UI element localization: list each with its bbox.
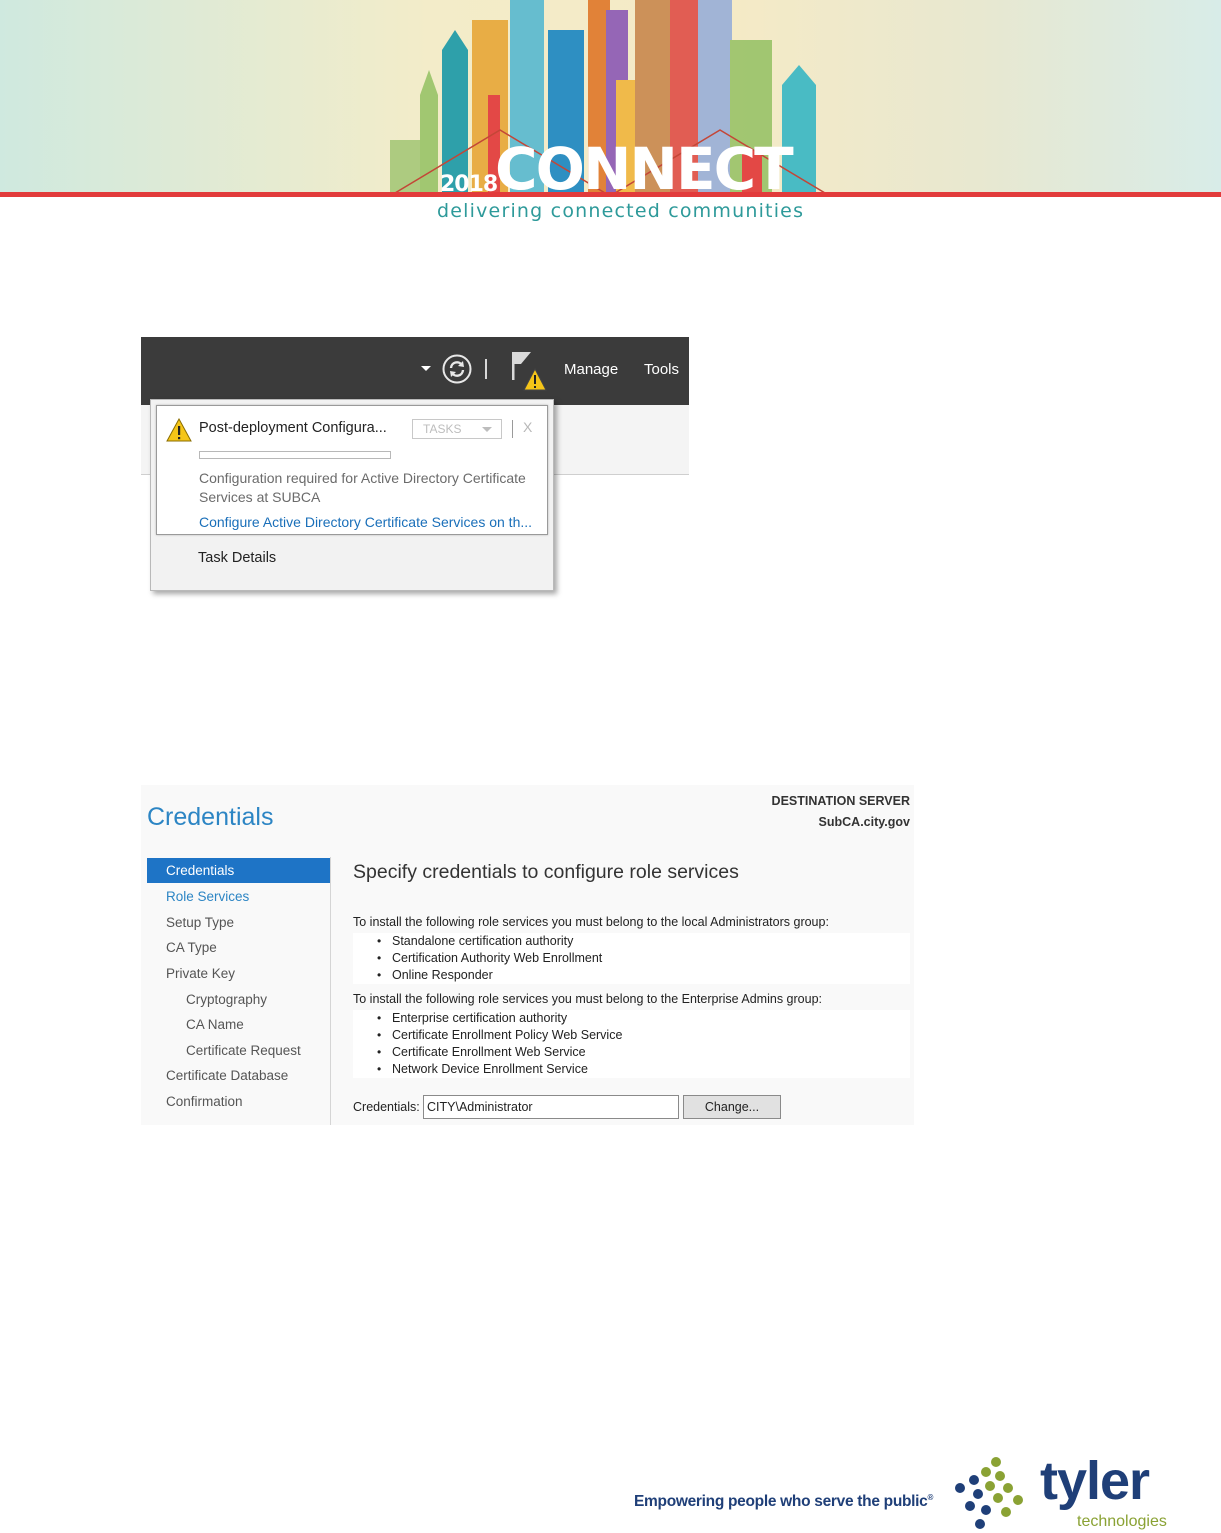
notifications-panel: Post-deployment Configura... TASKS X Con… (150, 399, 554, 591)
nav-item-ca-type: CA Type (166, 940, 217, 955)
nav-item-certificate-database: Certificate Database (166, 1068, 289, 1083)
conference-banner: 2018 CONNECT delivering connected commun… (0, 0, 1221, 230)
configure-adcs-link[interactable]: Configure Active Directory Certificate S… (199, 514, 532, 530)
tasks-label: TASKS (423, 422, 462, 436)
warning-icon (166, 418, 192, 442)
page-title: Credentials (147, 803, 274, 831)
notification-title: Post-deployment Configura... (199, 420, 387, 436)
adcs-configuration-wizard: Credentials DESTINATION SERVER SubCA.cit… (141, 785, 914, 1125)
card-separator (512, 420, 513, 438)
tasks-dropdown-button[interactable]: TASKS (412, 419, 502, 439)
registered-mark: ® (927, 1493, 934, 1502)
destination-server-value: SubCA.city.gov (818, 815, 910, 829)
logo-tagline: delivering connected communities (437, 200, 805, 222)
task-progress-bar (199, 451, 391, 459)
list-item: Standalone certification authority (353, 933, 910, 950)
content-heading: Specify credentials to configure role se… (353, 861, 739, 883)
notification-flag-warning-icon[interactable] (509, 351, 549, 395)
close-icon[interactable]: X (523, 419, 532, 435)
nav-item-confirmation: Confirmation (166, 1094, 243, 1109)
list-item: Network Device Enrollment Service (353, 1061, 910, 1078)
credentials-label: Credentials: (353, 1100, 420, 1114)
list-item: Online Responder (353, 967, 910, 984)
destination-server-label: DESTINATION SERVER (771, 794, 910, 808)
chevron-down-icon (482, 427, 492, 432)
enterprise-admins-role-list: Enterprise certification authority Certi… (353, 1010, 910, 1078)
footer-tagline-text: Empowering people who serve the public (634, 1493, 928, 1511)
manage-menu[interactable]: Manage (564, 361, 618, 378)
notification-message: Configuration required for Active Direct… (199, 470, 526, 505)
task-details-link[interactable]: Task Details (198, 550, 276, 566)
local-admins-text: To install the following role services y… (353, 915, 829, 929)
server-manager-screenshot: Manage Tools Post-deployment Configura..… (141, 337, 689, 595)
tyler-dots-logo-icon (955, 1457, 1023, 1529)
wizard-nav: Credentials Role Services Setup Type CA … (141, 857, 331, 1125)
nav-item-cryptography: Cryptography (186, 992, 268, 1007)
local-admins-role-list: Standalone certification authority Certi… (353, 933, 910, 984)
credentials-field[interactable] (423, 1095, 679, 1119)
toolbar-separator (485, 359, 487, 379)
logo-word: CONNECT (495, 135, 794, 203)
logo-year: 2018 (440, 172, 498, 197)
list-item: Certification Authority Web Enrollment (353, 950, 910, 967)
list-item: Certificate Enrollment Web Service (353, 1044, 910, 1061)
chevron-down-icon[interactable] (421, 366, 431, 371)
nav-item-setup-type: Setup Type (166, 915, 235, 930)
nav-item-credentials[interactable]: Credentials (147, 858, 330, 883)
server-manager-toolbar: Manage Tools (141, 337, 689, 405)
nav-item-ca-name: CA Name (186, 1017, 244, 1032)
enterprise-admins-text: To install the following role services y… (353, 992, 822, 1006)
refresh-icon[interactable] (441, 353, 473, 385)
nav-item-private-key: Private Key (166, 966, 236, 981)
tyler-logo-text: tyler (1040, 1451, 1150, 1511)
change-credentials-button[interactable]: Change... (683, 1095, 781, 1119)
tyler-logo-subtitle: technologies (1077, 1513, 1167, 1530)
nav-item-role-services[interactable]: Role Services (147, 884, 330, 909)
notification-card: Post-deployment Configura... TASKS X Con… (156, 405, 548, 535)
tools-menu[interactable]: Tools (644, 361, 679, 378)
list-item: Certificate Enrollment Policy Web Servic… (353, 1027, 910, 1044)
footer-tagline: Empowering people who serve the public® (634, 1493, 933, 1511)
nav-item-certificate-request: Certificate Request (186, 1043, 301, 1058)
list-item: Enterprise certification authority (353, 1010, 910, 1027)
